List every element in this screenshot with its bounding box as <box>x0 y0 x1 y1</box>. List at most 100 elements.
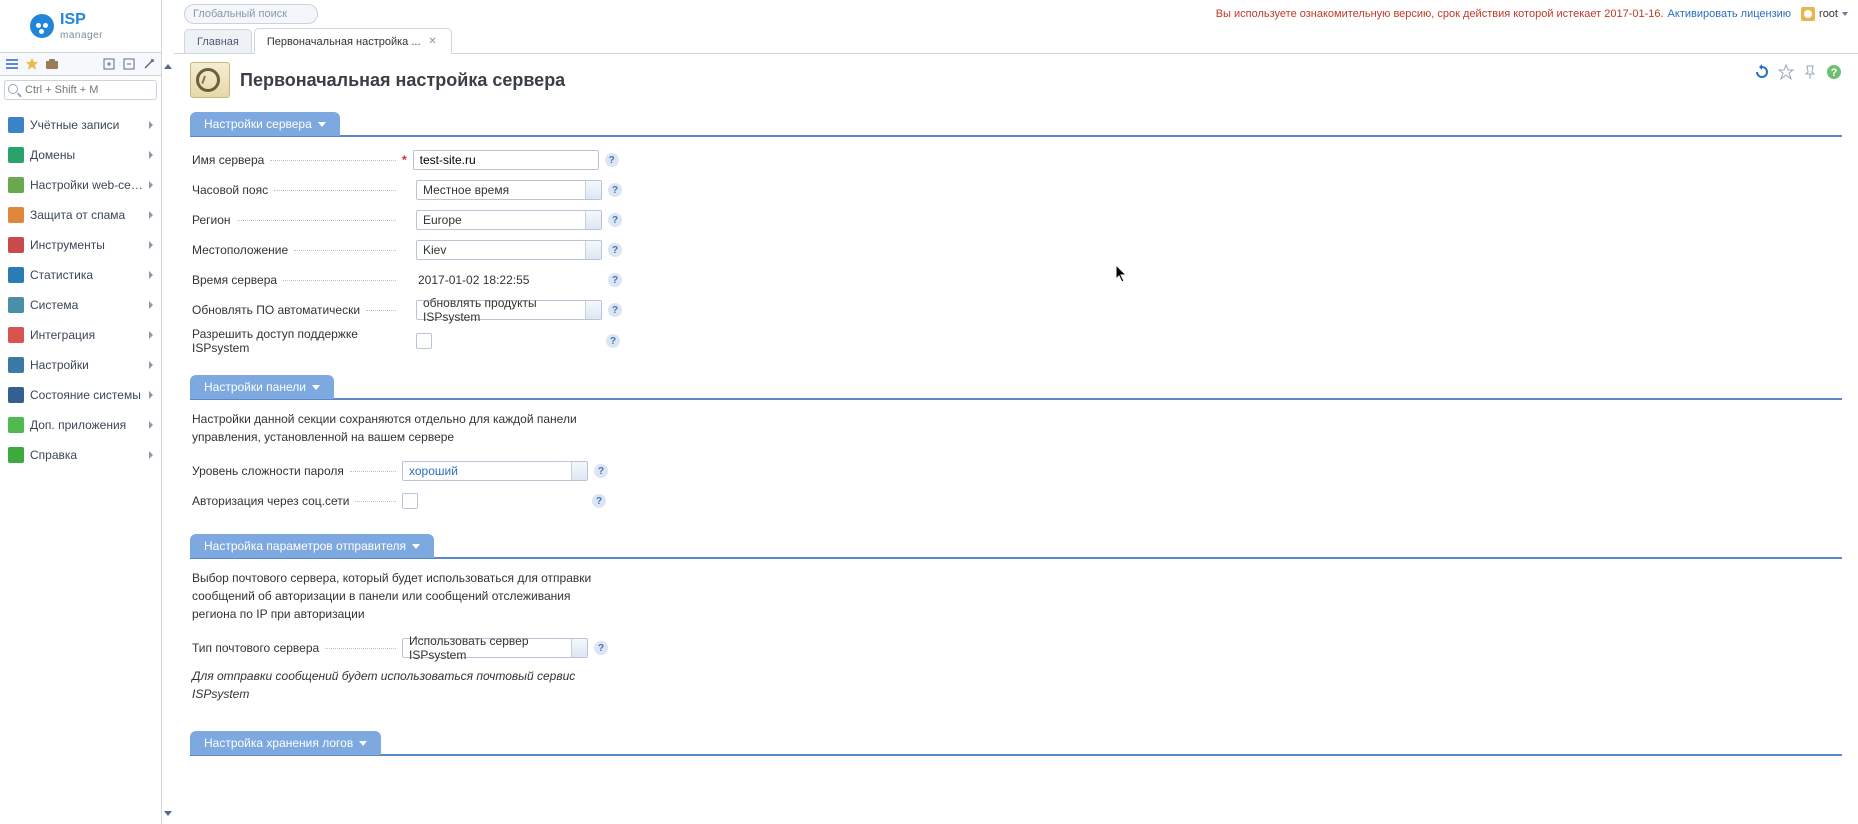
scroll-down-icon[interactable] <box>164 811 172 816</box>
sidebar-item-5[interactable]: Статистика <box>0 260 161 290</box>
help-icon[interactable]: ? <box>605 153 619 167</box>
scroll-up-icon[interactable] <box>164 64 172 69</box>
help-icon[interactable]: ? <box>594 641 608 655</box>
location-label: Местоположение <box>192 243 288 257</box>
quick-search-input[interactable] <box>4 80 157 100</box>
logo-icon <box>30 14 54 38</box>
chevron-down-icon <box>412 544 420 549</box>
tab-0[interactable]: Главная <box>184 29 252 53</box>
sidebar-item-11[interactable]: Справка <box>0 440 161 470</box>
nav-icon <box>8 117 24 133</box>
required-mark: * <box>402 153 407 167</box>
section-sender-title: Настройка параметров отправителя <box>204 539 406 553</box>
section-server: Настройки сервера Имя сервера * ? Часо <box>190 112 1842 363</box>
server-time-label: Время сервера <box>192 273 277 287</box>
nav-icon <box>8 417 24 433</box>
help-icon[interactable]: ? <box>594 464 608 478</box>
refresh-icon[interactable] <box>1754 64 1770 80</box>
page-icon <box>190 62 230 98</box>
logo[interactable]: ISPmanager <box>0 0 161 52</box>
section-logs: Настройка хранения логов <box>190 731 1842 756</box>
sender-note: Выбор почтового сервера, который будет и… <box>192 569 592 623</box>
sidebar-item-3[interactable]: Защита от спама <box>0 200 161 230</box>
section-logs-header[interactable]: Настройка хранения логов <box>190 731 381 755</box>
nav-label: Защита от спама <box>30 208 149 222</box>
briefcase-icon[interactable] <box>44 56 60 72</box>
tab-1[interactable]: Первоначальная настройка ... ✕ <box>254 28 452 54</box>
nav-icon <box>8 267 24 283</box>
nav-icon <box>8 387 24 403</box>
help-icon[interactable]: ? <box>608 213 622 227</box>
tab-label: Первоначальная настройка ... <box>267 36 421 48</box>
help-icon[interactable]: ? <box>608 243 622 257</box>
sidebar-item-10[interactable]: Доп. приложения <box>0 410 161 440</box>
user-menu[interactable]: root <box>1801 7 1848 21</box>
sidebar-item-7[interactable]: Интеграция <box>0 320 161 350</box>
pin-icon[interactable] <box>141 56 157 72</box>
expand-icon[interactable] <box>101 56 117 72</box>
collapse-icon[interactable] <box>121 56 137 72</box>
sidebar-toolbar <box>0 52 161 76</box>
section-panel-title: Настройки панели <box>204 380 306 394</box>
sidebar-item-4[interactable]: Инструменты <box>0 230 161 260</box>
password-strength-select[interactable]: хороший <box>402 461 588 481</box>
sidebar-item-6[interactable]: Система <box>0 290 161 320</box>
nav: Учётные записи Домены Настройки web-сер… За… <box>0 104 161 824</box>
star-icon[interactable] <box>24 56 40 72</box>
section-server-header[interactable]: Настройки сервера <box>190 112 340 136</box>
timezone-select[interactable]: Местное время <box>416 180 602 200</box>
region-select[interactable]: Europe <box>416 210 602 230</box>
server-time-value: 2017-01-02 18:22:55 <box>416 273 602 287</box>
nav-label: Учётные записи <box>30 118 149 132</box>
location-select[interactable]: Kiev <box>416 240 602 260</box>
section-panel-header[interactable]: Настройки панели <box>190 375 334 399</box>
page-header: Первоначальная настройка сервера <box>190 62 1842 98</box>
list-icon[interactable] <box>4 56 20 72</box>
sidebar-item-0[interactable]: Учётные записи <box>0 110 161 140</box>
social-auth-checkbox[interactable] <box>402 493 418 509</box>
nav-icon <box>8 237 24 253</box>
trial-text: Вы используете ознакомительную версию, с… <box>1216 8 1664 20</box>
autoupdate-select[interactable]: обновлять продукты ISPsystem <box>416 300 602 320</box>
sidebar-item-1[interactable]: Домены <box>0 140 161 170</box>
region-label: Регион <box>192 213 231 227</box>
pin-outline-icon[interactable] <box>1802 64 1818 80</box>
chevron-right-icon <box>149 391 153 399</box>
tab-label: Главная <box>197 36 239 48</box>
help-icon[interactable]: ? <box>592 494 606 508</box>
section-sender: Настройка параметров отправителя Выбор п… <box>190 534 1842 719</box>
section-sender-header[interactable]: Настройка параметров отправителя <box>190 534 434 558</box>
nav-label: Домены <box>30 148 149 162</box>
timezone-label: Часовой пояс <box>192 183 268 197</box>
help-icon[interactable]: ? <box>608 303 622 317</box>
activate-link[interactable]: Активировать лицензию <box>1668 8 1791 20</box>
close-icon[interactable]: ✕ <box>427 36 439 48</box>
chevron-right-icon <box>149 421 153 429</box>
section-panel: Настройки панели Настройки данной секции… <box>190 375 1842 522</box>
chevron-down-icon <box>1842 12 1848 16</box>
support-access-checkbox[interactable] <box>416 333 432 349</box>
chevron-down-icon <box>318 122 326 127</box>
mail-server-type-select[interactable]: Использовать сервер ISPsystem <box>402 638 588 658</box>
chevron-right-icon <box>149 151 153 159</box>
topbar: Глобальный поиск Вы используете ознакоми… <box>174 0 1858 28</box>
global-search[interactable]: Глобальный поиск <box>184 4 318 24</box>
help-icon[interactable]: ? <box>608 183 622 197</box>
sidebar-item-9[interactable]: Состояние системы <box>0 380 161 410</box>
help-icon[interactable]: ? <box>606 334 620 348</box>
nav-icon <box>8 207 24 223</box>
server-name-input[interactable] <box>413 150 599 170</box>
chevron-right-icon <box>149 451 153 459</box>
star-outline-icon[interactable] <box>1778 64 1794 80</box>
nav-icon <box>8 297 24 313</box>
help-icon[interactable]: ? <box>1826 64 1842 80</box>
sidebar-item-8[interactable]: Настройки <box>0 350 161 380</box>
panel-note: Настройки данной секции сохраняются отде… <box>192 410 592 446</box>
sidebar-item-2[interactable]: Настройки web-сер… <box>0 170 161 200</box>
trial-message: Вы используете ознакомительную версию, с… <box>1216 8 1791 20</box>
nav-label: Интеграция <box>30 328 149 342</box>
help-icon[interactable]: ? <box>608 273 622 287</box>
page-title: Первоначальная настройка сервера <box>240 70 565 91</box>
tabs: Главная Первоначальная настройка ... ✕ <box>174 28 1858 54</box>
password-strength-label: Уровень сложности пароля <box>192 464 344 478</box>
